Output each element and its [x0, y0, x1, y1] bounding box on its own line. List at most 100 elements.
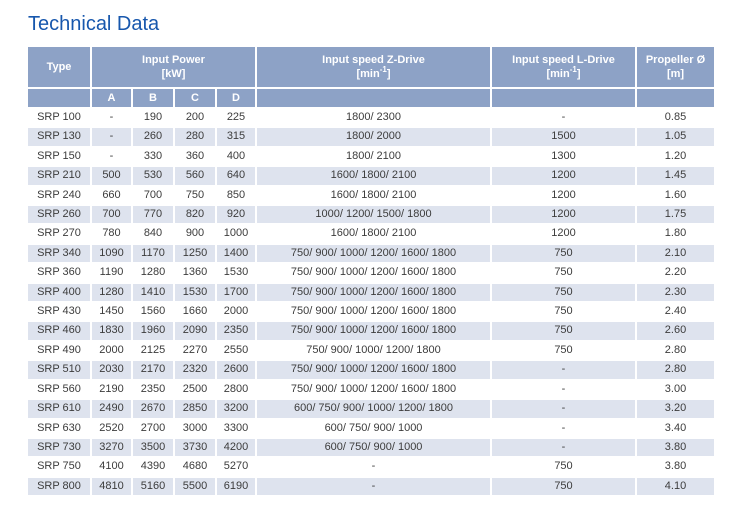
cell-l-drive-speed: 1500 [492, 128, 635, 145]
table-row: SRP 800 4810 5160 5500 6190 - 750 4.10 [28, 478, 714, 495]
cell-power-a: 2190 [92, 381, 131, 398]
cell-power-a: - [92, 128, 131, 145]
propeller-label: Propeller Ø [637, 53, 714, 67]
cell-power-d: 1700 [217, 284, 255, 301]
cell-power-a: 660 [92, 187, 131, 204]
table-row: SRP 630 2520 2700 3000 3300 600/ 750/ 90… [28, 420, 714, 437]
l-drive-unit-prefix: [min [546, 68, 569, 80]
cell-z-drive-speed: 750/ 900/ 1000/ 1200/ 1600/ 1800 [257, 284, 490, 301]
l-drive-unit-sup: -1 [570, 65, 577, 74]
cell-type: SRP 130 [28, 128, 90, 145]
subheader-blank-l-drive [492, 89, 635, 107]
cell-power-c: 1530 [175, 284, 215, 301]
cell-type: SRP 430 [28, 303, 90, 320]
cell-type: SRP 510 [28, 361, 90, 378]
cell-l-drive-speed: 1200 [492, 225, 635, 242]
cell-power-b: 1410 [133, 284, 173, 301]
cell-propeller-diameter: 2.60 [637, 322, 714, 339]
cell-power-c: 820 [175, 206, 215, 223]
cell-power-d: 4200 [217, 439, 255, 456]
cell-power-d: 6190 [217, 478, 255, 495]
cell-l-drive-speed: - [492, 361, 635, 378]
table-row: SRP 460 1830 1960 2090 2350 750/ 900/ 10… [28, 322, 714, 339]
cell-l-drive-speed: 750 [492, 245, 635, 262]
cell-power-a: 1280 [92, 284, 131, 301]
subheader-col-d: D [217, 89, 255, 107]
cell-power-d: 2550 [217, 342, 255, 359]
cell-power-b: 1280 [133, 264, 173, 281]
cell-power-c: 1250 [175, 245, 215, 262]
cell-power-b: 1170 [133, 245, 173, 262]
cell-l-drive-speed: - [492, 109, 635, 126]
cell-power-d: 5270 [217, 458, 255, 475]
cell-propeller-diameter: 2.80 [637, 361, 714, 378]
cell-power-c: 2500 [175, 381, 215, 398]
cell-propeller-diameter: 3.80 [637, 458, 714, 475]
cell-z-drive-speed: 750/ 900/ 1000/ 1200/ 1600/ 1800 [257, 245, 490, 262]
cell-power-c: 200 [175, 109, 215, 126]
cell-power-b: 190 [133, 109, 173, 126]
cell-power-a: 2000 [92, 342, 131, 359]
cell-power-a: - [92, 148, 131, 165]
cell-power-a: 4810 [92, 478, 131, 495]
cell-power-d: 3300 [217, 420, 255, 437]
cell-z-drive-speed: 1800/ 2300 [257, 109, 490, 126]
subheader-blank-type [28, 89, 90, 107]
l-drive-unit-suffix: ] [577, 68, 581, 80]
cell-type: SRP 360 [28, 264, 90, 281]
z-drive-unit: [min-1] [257, 67, 490, 81]
cell-propeller-diameter: 1.60 [637, 187, 714, 204]
cell-propeller-diameter: 2.80 [637, 342, 714, 359]
cell-power-b: 3500 [133, 439, 173, 456]
cell-power-a: 700 [92, 206, 131, 223]
table-row: SRP 130 - 260 280 315 1800/ 2000 1500 1.… [28, 128, 714, 145]
cell-type: SRP 400 [28, 284, 90, 301]
cell-l-drive-speed: 750 [492, 342, 635, 359]
cell-z-drive-speed: 750/ 900/ 1000/ 1200/ 1600/ 1800 [257, 264, 490, 281]
cell-propeller-diameter: 3.80 [637, 439, 714, 456]
table-row: SRP 240 660 700 750 850 1600/ 1800/ 2100… [28, 187, 714, 204]
cell-power-b: 5160 [133, 478, 173, 495]
cell-power-b: 4390 [133, 458, 173, 475]
table-row: SRP 430 1450 1560 1660 2000 750/ 900/ 10… [28, 303, 714, 320]
cell-power-c: 2270 [175, 342, 215, 359]
table-body: SRP 100 - 190 200 225 1800/ 2300 - 0.85 … [28, 109, 714, 495]
input-power-unit: [kW] [92, 67, 255, 81]
cell-power-b: 260 [133, 128, 173, 145]
table-row: SRP 400 1280 1410 1530 1700 750/ 900/ 10… [28, 284, 714, 301]
cell-power-c: 1660 [175, 303, 215, 320]
cell-power-c: 750 [175, 187, 215, 204]
l-drive-unit: [min-1] [492, 67, 635, 81]
cell-propeller-diameter: 1.75 [637, 206, 714, 223]
table-row: SRP 340 1090 1170 1250 1400 750/ 900/ 10… [28, 245, 714, 262]
header-row-main: Type Input Power [kW] Input speed Z-Driv… [28, 47, 714, 87]
cell-z-drive-speed: - [257, 458, 490, 475]
table-row: SRP 260 700 770 820 920 1000/ 1200/ 1500… [28, 206, 714, 223]
table-row: SRP 510 2030 2170 2320 2600 750/ 900/ 10… [28, 361, 714, 378]
cell-power-a: 3270 [92, 439, 131, 456]
cell-power-d: 2800 [217, 381, 255, 398]
cell-l-drive-speed: 750 [492, 264, 635, 281]
cell-power-d: 400 [217, 148, 255, 165]
cell-type: SRP 150 [28, 148, 90, 165]
cell-power-c: 280 [175, 128, 215, 145]
cell-type: SRP 800 [28, 478, 90, 495]
l-drive-label: Input speed L-Drive [492, 53, 635, 67]
cell-power-a: 500 [92, 167, 131, 184]
cell-power-d: 1530 [217, 264, 255, 281]
cell-z-drive-speed: 750/ 900/ 1000/ 1200/ 1600/ 1800 [257, 322, 490, 339]
table-row: SRP 610 2490 2670 2850 3200 600/ 750/ 90… [28, 400, 714, 417]
cell-z-drive-speed: 1800/ 2000 [257, 128, 490, 145]
z-drive-label: Input speed Z-Drive [257, 53, 490, 67]
cell-type: SRP 560 [28, 381, 90, 398]
cell-type: SRP 730 [28, 439, 90, 456]
cell-z-drive-speed: 1600/ 1800/ 2100 [257, 167, 490, 184]
subheader-col-b: B [133, 89, 173, 107]
cell-z-drive-speed: 750/ 900/ 1000/ 1200/ 1800 [257, 342, 490, 359]
cell-propeller-diameter: 1.80 [637, 225, 714, 242]
cell-power-c: 560 [175, 167, 215, 184]
cell-z-drive-speed: 1600/ 1800/ 2100 [257, 225, 490, 242]
cell-power-c: 2090 [175, 322, 215, 339]
subheader-col-c: C [175, 89, 215, 107]
col-header-z-drive: Input speed Z-Drive [min-1] [257, 47, 490, 87]
